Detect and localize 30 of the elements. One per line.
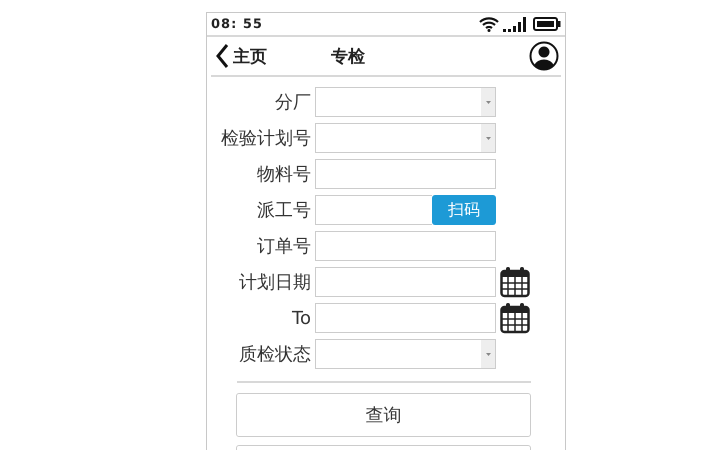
input-field[interactable] bbox=[315, 231, 496, 261]
field-label: 物料号 bbox=[256, 163, 311, 186]
field-label: To bbox=[291, 308, 311, 328]
field-label: 计划日期 bbox=[238, 271, 311, 294]
dropdown-field[interactable] bbox=[315, 339, 496, 369]
signal-icon bbox=[503, 16, 529, 32]
calendar-icon[interactable] bbox=[500, 266, 530, 298]
field-label: 分厂 bbox=[274, 91, 311, 114]
user-avatar-icon[interactable] bbox=[529, 41, 559, 71]
clock-time: 08: 55 bbox=[211, 16, 263, 32]
date-field[interactable] bbox=[315, 267, 496, 297]
input-field[interactable] bbox=[315, 159, 496, 189]
field-label: 检验计划号 bbox=[220, 127, 311, 150]
back-button[interactable]: 主页 bbox=[211, 43, 331, 69]
dropdown-arrow-icon bbox=[486, 136, 490, 140]
field-label: 质检状态 bbox=[238, 343, 311, 366]
date-field[interactable] bbox=[315, 303, 496, 333]
calendar-icon[interactable] bbox=[500, 302, 530, 334]
dropdown-arrow-icon bbox=[486, 100, 490, 104]
query-button[interactable]: 查询 bbox=[236, 393, 531, 437]
field-label: 订单号 bbox=[256, 235, 311, 258]
field-label: 派工号 bbox=[256, 199, 311, 222]
dropdown-field[interactable] bbox=[315, 87, 496, 117]
back-chevron-icon bbox=[215, 43, 229, 69]
battery-icon bbox=[533, 17, 561, 31]
dropdown-field[interactable] bbox=[315, 123, 496, 153]
wifi-icon bbox=[479, 16, 499, 32]
page-title: 专检 bbox=[331, 46, 366, 68]
dropdown-arrow-icon bbox=[486, 352, 490, 356]
input-field[interactable] bbox=[315, 195, 432, 225]
